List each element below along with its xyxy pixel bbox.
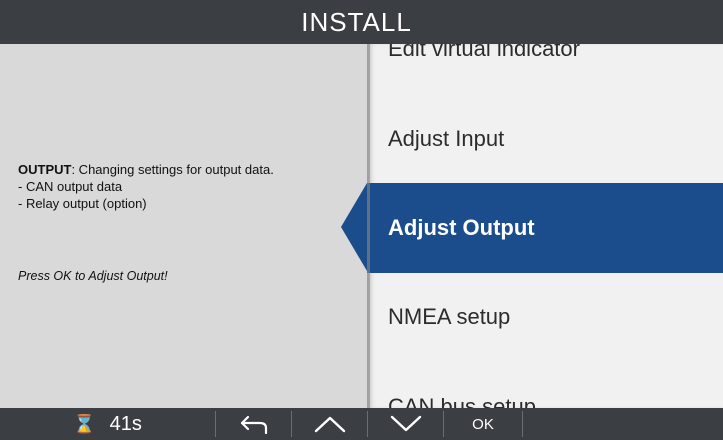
timer-value: 41s — [109, 412, 142, 435]
down-button[interactable] — [368, 408, 443, 440]
back-arrow-icon — [240, 415, 267, 434]
menu-item-label: CAN bus setup — [388, 394, 536, 408]
footer-divider — [522, 411, 523, 437]
back-button[interactable] — [216, 408, 291, 440]
hourglass-icon: ⌛ — [73, 413, 96, 434]
menu-item-label: Adjust Input — [388, 126, 505, 151]
info-heading-line: OUTPUT: Changing settings for output dat… — [18, 161, 348, 178]
ok-label: OK — [472, 415, 494, 433]
menu-item-adjust-output[interactable]: Adjust Output — [367, 183, 723, 273]
info-description-text: : Changing settings for output data. — [71, 162, 274, 177]
menu-item-label: Edit virtual indicator — [388, 44, 580, 61]
menu-item-edit-virtual-indicator[interactable]: Edit virtual indicator — [367, 44, 723, 94]
info-panel: OUTPUT: Changing settings for output dat… — [0, 44, 367, 408]
info-bullet: - CAN output data — [18, 179, 123, 194]
panel-divider — [367, 44, 370, 408]
chevron-up-icon — [314, 416, 345, 433]
ok-button[interactable]: OK — [444, 408, 522, 440]
page-title: INSTALL — [301, 6, 412, 37]
menu-item-label: Adjust Output — [388, 215, 535, 240]
footer-bar: ⌛ 41s OK — [0, 408, 723, 440]
timer-display: ⌛ 41s — [0, 408, 215, 440]
menu-item-adjust-input[interactable]: Adjust Input — [367, 94, 723, 184]
menu-item-label: NMEA setup — [388, 304, 511, 329]
title-bar: INSTALL — [0, 0, 723, 44]
chevron-down-icon — [390, 415, 421, 432]
menu-item-can-bus-setup[interactable]: CAN bus setup — [367, 362, 723, 408]
menu-item-nmea-setup[interactable]: NMEA setup — [367, 272, 723, 362]
info-description: OUTPUT: Changing settings for output dat… — [18, 161, 348, 212]
hint-text: Press OK to Adjust Output! — [18, 269, 168, 283]
up-button[interactable] — [292, 408, 367, 440]
menu-list: Edit virtual indicator Adjust Input Adju… — [367, 44, 723, 408]
info-heading: OUTPUT — [18, 162, 72, 177]
info-bullet: - Relay output (option) — [18, 196, 147, 211]
selection-pointer — [341, 183, 367, 271]
